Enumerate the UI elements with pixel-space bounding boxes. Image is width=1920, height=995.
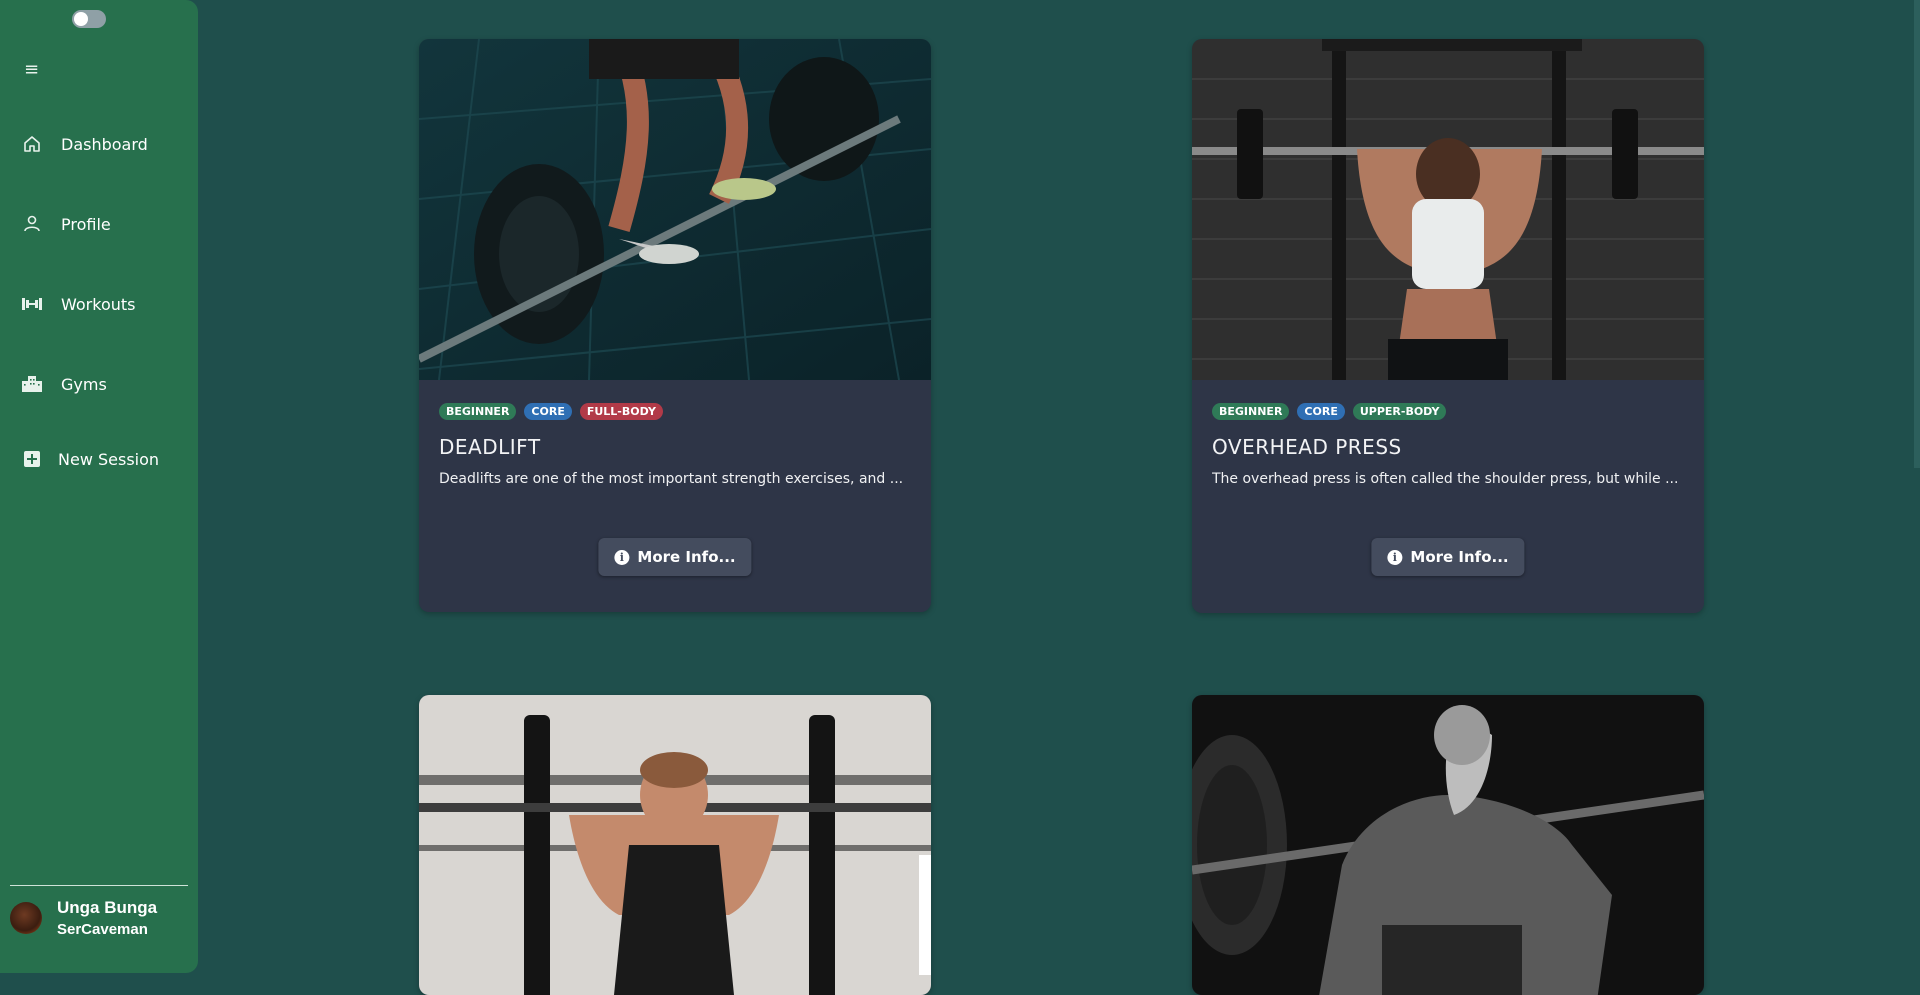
tag-badge: FULL-BODY xyxy=(579,403,663,420)
exercise-card xyxy=(1192,695,1704,995)
info-icon: i xyxy=(1387,549,1403,565)
more-info-button[interactable]: i More Info... xyxy=(1371,538,1525,576)
card-description: Deadlifts are one of the most important … xyxy=(439,471,904,487)
nav-label: Gyms xyxy=(61,374,107,394)
nav-label: Workouts xyxy=(61,294,136,314)
nav-label: New Session xyxy=(58,449,160,469)
home-icon xyxy=(20,132,44,156)
nav-label: Profile xyxy=(61,214,111,234)
button-label: More Info... xyxy=(1410,548,1509,566)
user-username: SerCaveman xyxy=(57,921,148,938)
tag-badge: UPPER-BODY xyxy=(1352,403,1447,420)
card-title: DEADLIFT xyxy=(439,435,541,459)
scrollbar-track[interactable] xyxy=(1914,0,1920,468)
nav-label: Dashboard xyxy=(61,134,148,154)
nav-item-gyms[interactable]: Gyms xyxy=(20,369,107,399)
exercise-card: BEGINNER CORE FULL-BODY DEADLIFT Deadlif… xyxy=(419,39,931,612)
sidebar: ≡ Dashboard Profile Workouts Gyms New Se… xyxy=(0,0,198,973)
toggle-knob xyxy=(74,12,88,26)
tag-badge: BEGINNER xyxy=(439,403,517,420)
info-icon: i xyxy=(614,549,630,565)
card-description: The overhead press is often called the s… xyxy=(1212,471,1679,487)
avatar xyxy=(10,902,42,934)
user-names: Unga Bunga SerCaveman xyxy=(57,898,157,938)
tag-list: BEGINNER CORE UPPER-BODY xyxy=(1212,380,1684,420)
menu-icon[interactable]: ≡ xyxy=(24,61,39,79)
dumbbell-icon xyxy=(20,292,44,316)
nav-item-dashboard[interactable]: Dashboard xyxy=(20,129,148,159)
deadlift-image xyxy=(419,39,931,380)
user-profile[interactable]: Unga Bunga SerCaveman xyxy=(10,898,157,938)
card-title: OVERHEAD PRESS xyxy=(1212,435,1402,459)
tag-badge: BEGINNER xyxy=(1212,403,1290,420)
bench-press-image xyxy=(419,695,931,995)
sidebar-divider xyxy=(10,885,188,886)
card-body: BEGINNER CORE FULL-BODY DEADLIFT Deadlif… xyxy=(419,380,931,576)
button-label: More Info... xyxy=(637,548,736,566)
plus-square-icon xyxy=(20,447,44,471)
user-icon xyxy=(20,212,44,236)
tag-badge: CORE xyxy=(1297,403,1345,420)
squat-image xyxy=(1192,695,1704,995)
nav-item-profile[interactable]: Profile xyxy=(20,209,111,239)
card-body: BEGINNER CORE UPPER-BODY OVERHEAD PRESS … xyxy=(1192,380,1704,576)
tag-list: BEGINNER CORE FULL-BODY xyxy=(439,380,911,420)
exercise-card: BEGINNER CORE UPPER-BODY OVERHEAD PRESS … xyxy=(1192,39,1704,613)
user-name: Unga Bunga xyxy=(57,898,158,917)
overhead-press-image xyxy=(1192,39,1704,380)
exercise-card xyxy=(419,695,931,995)
nav-item-new-session[interactable]: New Session xyxy=(20,444,159,474)
nav-item-workouts[interactable]: Workouts xyxy=(20,289,135,319)
more-info-button[interactable]: i More Info... xyxy=(598,538,752,576)
theme-toggle[interactable] xyxy=(72,10,106,28)
tag-badge: CORE xyxy=(524,403,572,420)
building-icon xyxy=(20,372,44,396)
